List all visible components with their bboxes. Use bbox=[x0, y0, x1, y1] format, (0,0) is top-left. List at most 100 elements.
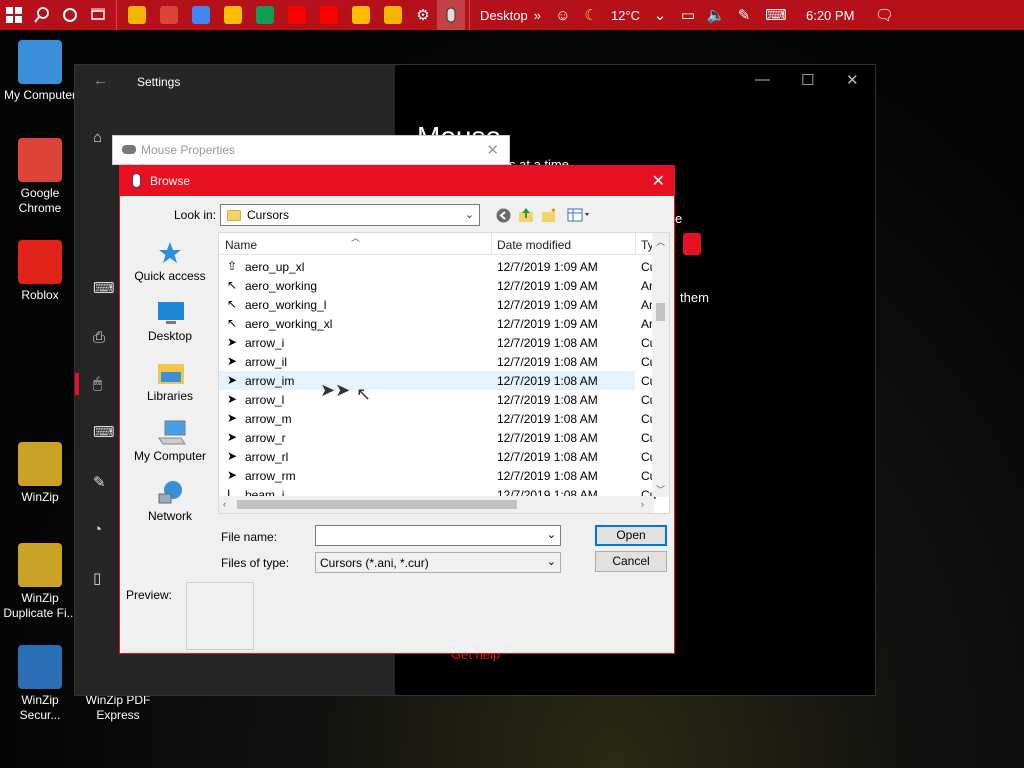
mouse-icon[interactable]: 🖱 bbox=[93, 375, 102, 392]
new-folder-icon[interactable]: ✦ bbox=[541, 207, 557, 223]
desktop-icon-item[interactable]: Google Chrome bbox=[0, 138, 80, 216]
file-name-label: File name: bbox=[221, 530, 278, 544]
place-libraries[interactable]: Libraries bbox=[125, 360, 215, 403]
pen-icon[interactable]: ✎ bbox=[93, 473, 106, 491]
moon-weather-icon[interactable]: ☾ bbox=[577, 0, 605, 30]
scroll-right-icon[interactable]: › bbox=[641, 499, 644, 509]
back-arrow-icon[interactable]: ← bbox=[93, 72, 108, 89]
column-divider[interactable] bbox=[635, 233, 636, 255]
close-icon[interactable]: ✕ bbox=[652, 171, 665, 191]
table-row[interactable]: ↖ aero_working 12/7/2019 1:09 AM Ar bbox=[219, 276, 653, 295]
place-label: Desktop bbox=[147, 329, 193, 343]
table-row[interactable]: ↖ aero_working_xl 12/7/2019 1:09 AM Ar bbox=[219, 314, 653, 333]
desktop-icon-item[interactable]: WinZip Duplicate Fi... bbox=[0, 543, 80, 621]
file-name: arrow_i bbox=[245, 336, 285, 350]
scroll-thumb[interactable] bbox=[656, 303, 665, 321]
notifications-icon[interactable]: 🗨 bbox=[866, 0, 902, 30]
sticky-notes-icon[interactable] bbox=[384, 6, 402, 24]
volume-icon[interactable]: 🔈 bbox=[702, 0, 730, 30]
cortana-icon[interactable] bbox=[56, 0, 84, 30]
desktop-icon-item[interactable]: WinZip Secur... bbox=[0, 645, 80, 723]
table-row[interactable]: ➤ arrow_im 12/7/2019 1:08 AM Cu bbox=[219, 371, 656, 390]
media-icon[interactable] bbox=[288, 6, 306, 24]
keyboard-icon[interactable]: ⌨ bbox=[93, 423, 115, 441]
keyboard-icon[interactable]: ⌨ bbox=[758, 0, 794, 30]
table-row[interactable]: ➤ arrow_i 12/7/2019 1:08 AM Cu bbox=[219, 333, 656, 352]
clock[interactable]: 6:20 PM bbox=[794, 8, 866, 23]
table-row[interactable]: ➤ arrow_rl 12/7/2019 1:08 AM Cu bbox=[219, 447, 656, 466]
people-icon[interactable]: ☺ bbox=[549, 0, 577, 30]
chrome-icon[interactable] bbox=[160, 6, 178, 24]
maximize-icon[interactable]: ☐ bbox=[801, 71, 814, 89]
file-list-header: Name ︿ Date modified Ty bbox=[219, 233, 669, 255]
task-view-icon[interactable] bbox=[84, 0, 112, 30]
chevron-down-icon: ⌄ bbox=[464, 209, 474, 221]
youtube-icon[interactable] bbox=[320, 6, 338, 24]
winzip-duplicate-icon bbox=[18, 543, 62, 587]
place-desktop[interactable]: Desktop bbox=[125, 300, 215, 343]
open-button[interactable]: Open bbox=[595, 525, 667, 546]
svg-text:✦: ✦ bbox=[550, 207, 557, 215]
usb-icon[interactable]: ▯ bbox=[93, 569, 101, 587]
place-quick-access[interactable]: Quick access bbox=[125, 240, 215, 283]
file-name-input[interactable]: ⌄ bbox=[315, 525, 561, 546]
file-explorer-icon[interactable] bbox=[128, 6, 146, 24]
column-divider[interactable] bbox=[491, 233, 492, 255]
minimize-icon[interactable]: — bbox=[755, 71, 770, 88]
place-label: Quick access bbox=[134, 269, 206, 283]
file-date: 12/7/2019 1:08 AM bbox=[497, 374, 598, 388]
file-list[interactable]: Name ︿ Date modified Ty ⇧ aero_up_xl 12/7/… bbox=[218, 232, 670, 514]
table-row[interactable]: ➤ arrow_r 12/7/2019 1:08 AM Cu bbox=[219, 428, 656, 447]
horizontal-scrollbar[interactable]: ‹ › bbox=[219, 496, 654, 513]
close-icon[interactable]: ✕ bbox=[486, 141, 499, 159]
desktop-toolbar-label[interactable]: Desktop bbox=[474, 8, 534, 23]
browse-dialog: Browse ✕ Look in: Cursors ⌄ ✦ Quick acce… bbox=[119, 165, 675, 654]
vertical-scrollbar[interactable]: ︿ ﹀ bbox=[652, 233, 669, 497]
desktop-icon-item[interactable]: My Computer bbox=[0, 40, 80, 103]
printer-icon[interactable]: ⎙ bbox=[93, 329, 105, 346]
autoplay-icon[interactable]: ◔ bbox=[93, 521, 102, 538]
back-icon[interactable] bbox=[495, 207, 511, 223]
close-icon[interactable]: ✕ bbox=[846, 71, 859, 89]
files-of-type-select[interactable]: Cursors (*.ani, *.cur) ⌄ bbox=[315, 552, 561, 573]
scroll-down-icon[interactable]: ﹀ bbox=[656, 483, 665, 496]
table-row[interactable]: ➤ arrow_il 12/7/2019 1:08 AM Cu bbox=[219, 352, 656, 371]
roblox-icon[interactable] bbox=[224, 6, 242, 24]
home-icon[interactable]: ⌂ bbox=[93, 129, 102, 146]
cancel-button[interactable]: Cancel bbox=[595, 551, 667, 572]
search-icon[interactable] bbox=[28, 0, 56, 30]
table-row[interactable]: ➤ arrow_m 12/7/2019 1:08 AM Cu bbox=[219, 409, 656, 428]
network-icon[interactable]: ▭ bbox=[674, 0, 702, 30]
up-folder-icon[interactable] bbox=[518, 207, 534, 223]
store-icon[interactable] bbox=[192, 6, 210, 24]
youtube-icon[interactable] bbox=[352, 6, 370, 24]
place-network[interactable]: Network bbox=[125, 480, 215, 523]
temperature[interactable]: 12°C bbox=[605, 8, 646, 23]
table-row[interactable]: ➤ arrow_l 12/7/2019 1:08 AM Cu bbox=[219, 390, 656, 409]
place-my-computer[interactable]: My Computer bbox=[125, 420, 215, 463]
desktop-icon-item[interactable]: Roblox bbox=[0, 240, 80, 303]
chevron-up-icon[interactable]: ⌄ bbox=[646, 0, 674, 30]
desktop-icon-label: WinZip bbox=[21, 490, 59, 504]
gear-icon[interactable]: ⚙ bbox=[409, 0, 437, 30]
slider-thumb[interactable] bbox=[683, 233, 701, 255]
view-menu-icon[interactable] bbox=[566, 207, 592, 223]
cursor-file-icon: ➤ bbox=[227, 430, 238, 444]
column-name[interactable]: Name bbox=[225, 238, 257, 252]
desktop-icon-item[interactable]: WinZip bbox=[0, 442, 80, 505]
scroll-left-icon[interactable]: ‹ bbox=[223, 499, 226, 509]
table-row[interactable]: ⇧ aero_up_xl 12/7/2019 1:09 AM Cu bbox=[219, 257, 656, 276]
scroll-thumb[interactable] bbox=[237, 500, 517, 509]
table-row[interactable]: ➤ arrow_rm 12/7/2019 1:08 AM Cu bbox=[219, 466, 656, 485]
pen-icon[interactable]: ✎ bbox=[730, 0, 758, 30]
scroll-up-icon[interactable]: ︿ bbox=[656, 235, 665, 248]
table-row[interactable]: ↖ aero_working_l 12/7/2019 1:09 AM Ar bbox=[219, 295, 653, 314]
windows-start-icon[interactable] bbox=[0, 0, 28, 30]
look-in-select[interactable]: Cursors ⌄ bbox=[220, 204, 480, 226]
column-date[interactable]: Date modified bbox=[497, 238, 571, 252]
toolbar-chevron-icon[interactable]: » bbox=[534, 8, 549, 23]
keyboard-touch-icon[interactable]: ⌨ bbox=[93, 279, 115, 297]
mouse-icon[interactable] bbox=[437, 0, 465, 30]
taskbar-separator bbox=[469, 0, 470, 30]
photos-icon[interactable] bbox=[256, 6, 274, 24]
